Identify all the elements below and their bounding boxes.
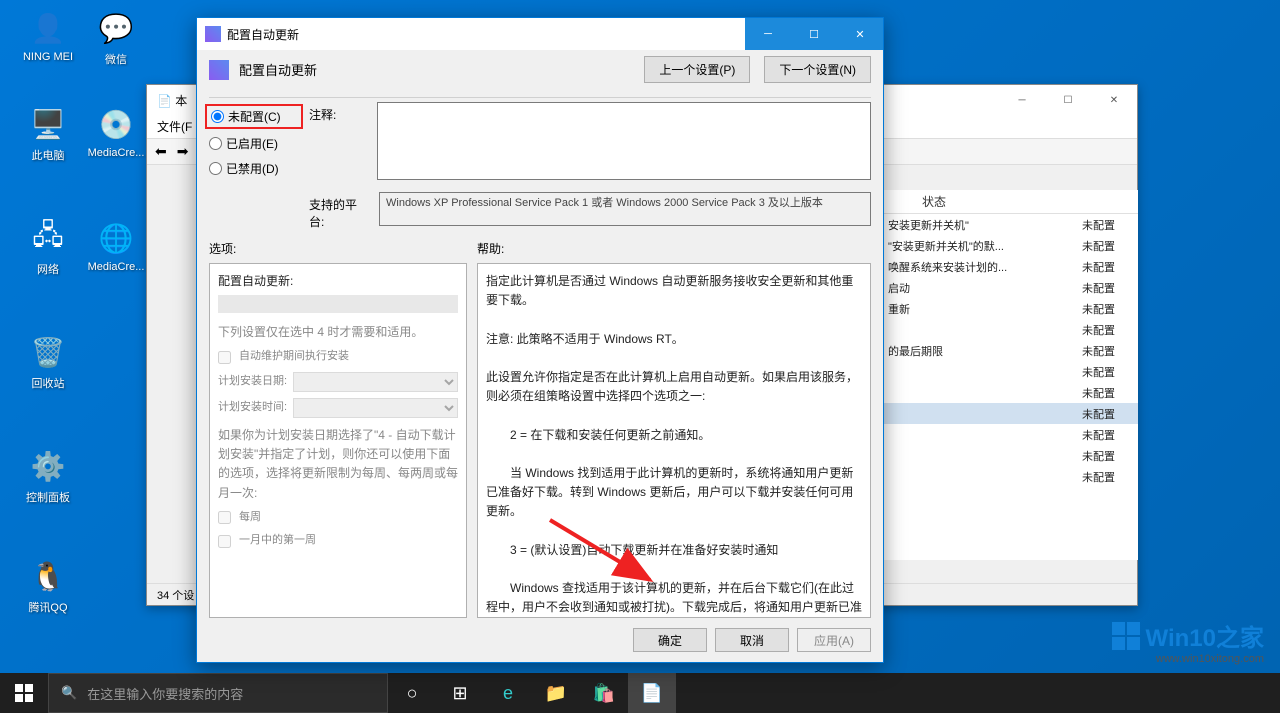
policy-list-item[interactable]: 未配置 <box>882 466 1138 487</box>
dialog-title: 配置自动更新 <box>227 26 299 43</box>
policy-list-item[interactable]: 未配置 <box>882 403 1138 424</box>
dialog-icon <box>205 26 221 42</box>
platform-text: Windows XP Professional Service Pack 1 或… <box>379 192 871 226</box>
policy-list-item[interactable]: 未配置 <box>882 361 1138 382</box>
policy-list-item[interactable]: 未配置 <box>882 445 1138 466</box>
policy-list-item[interactable]: 未配置 <box>882 382 1138 403</box>
ok-button[interactable]: 确定 <box>633 628 707 652</box>
task-view-button[interactable]: ⊞ <box>436 673 484 713</box>
platform-label: 支持的平台: <box>309 192 369 230</box>
help-pane[interactable]: 指定此计算机是否通过 Windows 自动更新服务接收安全更新和其他重要下载。 … <box>477 263 871 618</box>
policy-title: 配置自动更新 <box>239 60 630 79</box>
policy-list-item[interactable]: 唤醒系统来安装计划的...未配置 <box>882 256 1138 277</box>
store-button[interactable]: 🛍️ <box>580 673 628 713</box>
comment-textarea[interactable] <box>377 102 871 180</box>
radio-enabled[interactable]: 已启用(E) <box>209 135 299 152</box>
cb-weekly <box>218 511 231 524</box>
desktop-icon[interactable]: 💿MediaCre... <box>86 104 146 159</box>
desktop-icon[interactable]: 🖧网络 <box>18 218 78 277</box>
desktop-icon[interactable]: 🐧腾讯QQ <box>18 556 78 615</box>
dialog-titlebar[interactable]: 配置自动更新 ─ ☐ ✕ <box>197 18 883 50</box>
start-button[interactable] <box>0 673 48 713</box>
next-setting-button[interactable]: 下一个设置(N) <box>764 56 871 83</box>
policy-list[interactable]: 状态 安装更新并关机"未配置"安装更新并关机"的默...未配置唤醒系统来安装计划… <box>882 190 1138 560</box>
policy-icon <box>209 60 229 80</box>
bg-maximize[interactable]: ☐ <box>1045 85 1091 115</box>
prev-setting-button[interactable]: 上一个设置(P) <box>644 56 750 83</box>
config-dropdown[interactable] <box>218 295 458 313</box>
configure-auto-update-dialog: 配置自动更新 ─ ☐ ✕ 配置自动更新 上一个设置(P) 下一个设置(N) 未配… <box>196 17 884 663</box>
options-pane[interactable]: 配置自动更新: 下列设置仅在选中 4 时才需要和适用。 自动维护期间执行安装 计… <box>209 263 467 618</box>
install-day-select <box>293 372 458 392</box>
desktop-icon[interactable]: ⚙️控制面板 <box>18 446 78 505</box>
notepad-button[interactable]: 📄 <box>628 673 676 713</box>
policy-list-item[interactable]: 未配置 <box>882 424 1138 445</box>
policy-list-item[interactable]: 重新未配置 <box>882 298 1138 319</box>
help-label: 帮助: <box>477 240 504 257</box>
list-header-status[interactable]: 状态 <box>882 190 1138 214</box>
policy-list-item[interactable]: "安装更新并关机"的默...未配置 <box>882 235 1138 256</box>
dialog-maximize[interactable]: ☐ <box>791 18 837 50</box>
search-icon: 🔍 <box>61 685 77 701</box>
install-time-select <box>293 398 458 418</box>
taskbar-search[interactable]: 🔍 在这里输入你要搜索的内容 <box>48 673 388 713</box>
bg-title: 📄 本 <box>157 92 187 109</box>
bg-minimize[interactable]: ─ <box>999 85 1045 115</box>
radio-disabled[interactable]: 已禁用(D) <box>209 160 299 177</box>
comment-label: 注释: <box>309 102 369 180</box>
options-label: 选项: <box>209 240 477 257</box>
desktop-icon[interactable]: 🌐MediaCre... <box>86 218 146 273</box>
policy-list-item[interactable]: 安装更新并关机"未配置 <box>882 214 1138 235</box>
taskbar[interactable]: 🔍 在这里输入你要搜索的内容 ○ ⊞ e 📁 🛍️ 📄 <box>0 673 1280 713</box>
policy-list-item[interactable]: 未配置 <box>882 319 1138 340</box>
desktop-icon[interactable]: 👤NING MEI <box>18 8 78 63</box>
radio-not-configured[interactable]: 未配置(C) <box>205 104 303 129</box>
cancel-button[interactable]: 取消 <box>715 628 789 652</box>
apply-button[interactable]: 应用(A) <box>797 628 871 652</box>
desktop-icon[interactable]: 🖥️此电脑 <box>18 104 78 163</box>
dialog-minimize[interactable]: ─ <box>745 18 791 50</box>
policy-list-item[interactable]: 的最后期限未配置 <box>882 340 1138 361</box>
explorer-button[interactable]: 📁 <box>532 673 580 713</box>
watermark: Win10之家 www.win10xitong.com <box>1112 618 1264 665</box>
policy-list-item[interactable]: 启动未配置 <box>882 277 1138 298</box>
bg-close[interactable]: ✕ <box>1091 85 1137 115</box>
cb-auto-maintenance <box>218 351 231 364</box>
edge-button[interactable]: e <box>484 673 532 713</box>
dialog-close[interactable]: ✕ <box>837 18 883 50</box>
cortana-button[interactable]: ○ <box>388 673 436 713</box>
desktop-icon[interactable]: 💬微信 <box>86 8 146 67</box>
cb-first-week <box>218 535 231 548</box>
desktop-icon[interactable]: 🗑️回收站 <box>18 332 78 391</box>
